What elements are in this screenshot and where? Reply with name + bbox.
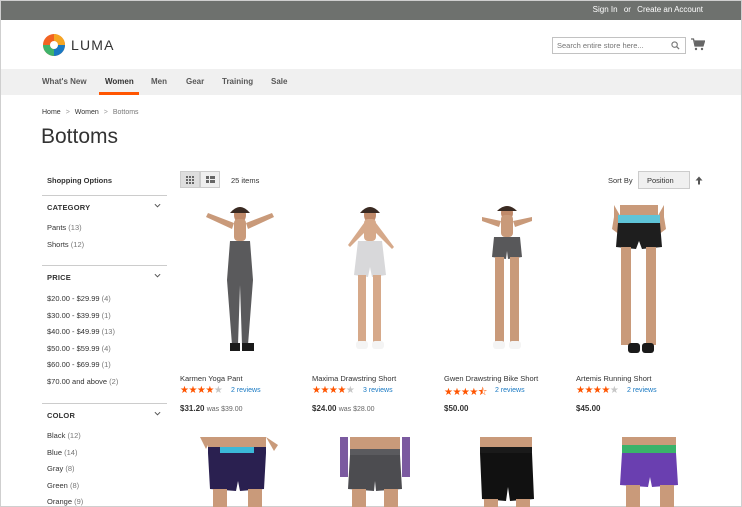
nav-men[interactable]: Men [151,77,167,86]
list-icon [206,176,215,183]
main-nav: What's New Women Men Gear Training Sale [1,69,741,95]
filter-option-color[interactable]: Blue (14) [47,448,77,457]
product-image[interactable] [576,205,696,365]
product-name[interactable]: Gwen Drawstring Bike Short [444,374,538,383]
chevron-down-icon[interactable] [154,202,161,209]
chevron-right-icon: > [103,109,108,116]
product-image[interactable] [444,437,564,507]
product-image[interactable] [444,205,564,365]
grid-icon [186,176,194,184]
filter-option-price[interactable]: $40.00 - $49.99 (13) [47,327,115,336]
list-view-button[interactable] [200,171,220,188]
sort-direction-icon[interactable] [695,176,703,185]
search-box[interactable] [552,37,686,54]
reviews-link[interactable]: 2 reviews [627,387,657,394]
filter-option-color[interactable]: Orange (9) [47,497,83,506]
product-price: $24.00 was $28.00 [312,404,375,413]
reviews-link[interactable]: 3 reviews [363,387,393,394]
header-links: Sign In or Create an Account [589,5,703,14]
product-name[interactable]: Maxima Drawstring Short [312,374,396,383]
search-icon[interactable] [671,41,680,50]
filter-option-shorts[interactable]: Shorts (12) [47,240,84,249]
grid-view-button[interactable] [180,171,200,188]
product-image[interactable] [180,437,300,507]
luma-logo-icon[interactable] [42,33,66,57]
chevron-right-icon: > [65,109,70,116]
nav-gear[interactable]: Gear [186,77,204,86]
cart-icon[interactable] [691,38,705,51]
product-name[interactable]: Artemis Running Short [576,374,651,383]
product-price: $45.00 [576,404,601,413]
active-nav-indicator [99,92,139,95]
product-image[interactable] [312,437,432,507]
product-image[interactable] [312,205,432,365]
sort-select[interactable]: Position [638,171,690,189]
rating-stars: ★★★★⯪ [444,387,487,398]
filter-color-label: COLOR [47,411,76,420]
create-account-link[interactable]: Create an Account [637,5,703,14]
chevron-down-icon[interactable] [154,272,161,279]
filter-option-color[interactable]: Gray (8) [47,464,75,473]
shopping-options-title: Shopping Options [47,176,112,185]
top-bar: Sign In or Create an Account [1,1,741,20]
sign-in-link[interactable]: Sign In [593,5,618,14]
breadcrumb-women[interactable]: Women [75,109,99,116]
page-title: Bottoms [41,125,119,148]
breadcrumb-current: Bottoms [112,109,139,116]
filter-option-color[interactable]: Black (12) [47,431,81,440]
rating-stars: ★★★★★ [180,385,223,396]
sort-by-label: Sort By [608,176,633,185]
logo-text[interactable]: LUMA [71,37,115,53]
nav-sale[interactable]: Sale [271,77,287,86]
filter-option-price[interactable]: $30.00 - $39.99 (1) [47,311,111,320]
or-text: or [623,5,631,14]
filter-category-title[interactable]: CATEGORY [42,195,167,215]
search-input[interactable] [553,38,663,53]
rating-stars: ★★★★★ [312,385,355,396]
filter-option-color[interactable]: Green (8) [47,481,79,490]
rating-stars: ★★★★★ [576,385,619,396]
filter-option-price[interactable]: $60.00 - $69.99 (1) [47,360,111,369]
filter-option-price[interactable]: $50.00 - $59.99 (4) [47,344,111,353]
product-image[interactable] [576,437,696,507]
filter-price-label: PRICE [47,273,71,282]
reviews-link[interactable]: 2 reviews [231,387,261,394]
product-price: $50.00 [444,404,469,413]
filter-option-pants[interactable]: Pants (13) [47,223,82,232]
filter-price-title[interactable]: PRICE [42,265,167,285]
filter-category-label: CATEGORY [47,203,91,212]
nav-women[interactable]: Women [105,77,134,86]
filter-option-price[interactable]: $70.00 and above (2) [47,377,118,386]
breadcrumb-home[interactable]: Home [42,109,61,116]
chevron-down-icon[interactable] [154,410,161,417]
nav-whats-new[interactable]: What's New [42,77,87,86]
product-price: $31.20 was $39.00 [180,404,243,413]
filter-color-title[interactable]: COLOR [42,403,167,423]
breadcrumb: Home > Women > Bottoms [42,109,139,116]
product-name[interactable]: Karmen Yoga Pant [180,374,243,383]
filter-option-price[interactable]: $20.00 - $29.99 (4) [47,294,111,303]
items-count: 25 items [231,176,260,185]
nav-training[interactable]: Training [222,77,253,86]
reviews-link[interactable]: 2 reviews [495,387,525,394]
header: LUMA [1,20,741,69]
product-image[interactable] [180,205,300,365]
